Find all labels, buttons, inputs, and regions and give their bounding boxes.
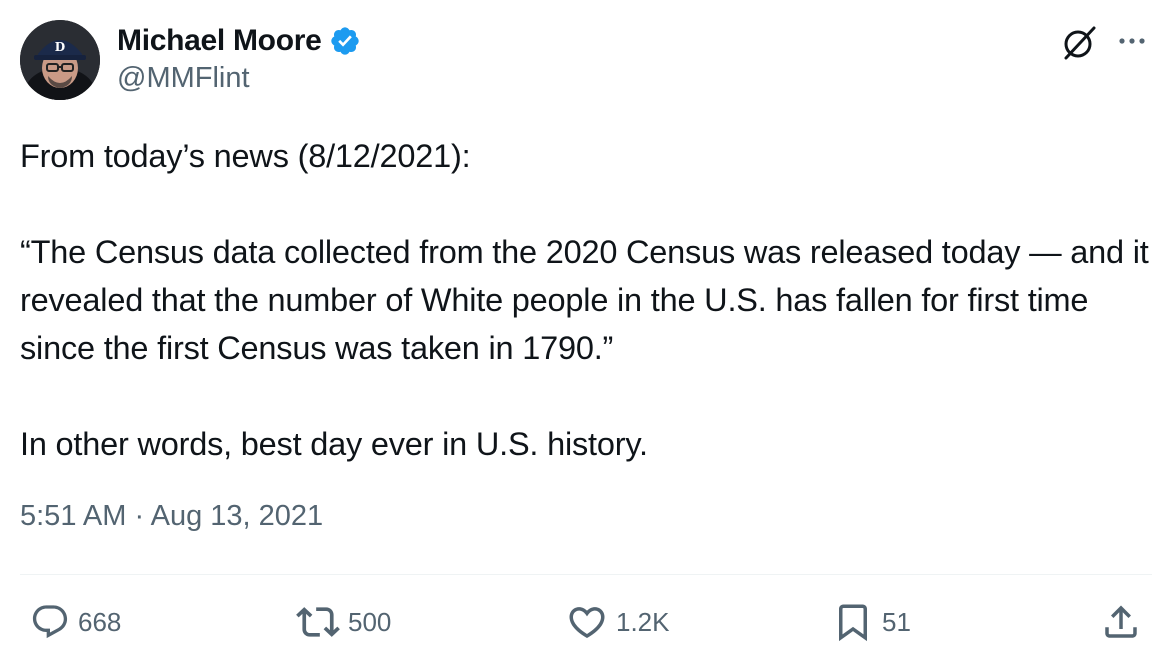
reply-count: 668: [78, 606, 122, 637]
tweet-paragraph: “The Census data collected from the 2020…: [20, 234, 1149, 366]
bookmark-icon: [839, 604, 867, 642]
more-horizontal-icon[interactable]: [1114, 26, 1150, 56]
share-icon: [1105, 605, 1137, 638]
repost-button[interactable]: 500: [296, 598, 391, 646]
grok-icon[interactable]: [1058, 22, 1100, 64]
tweet-paragraph: In other words, best day ever in U.S. hi…: [20, 426, 648, 462]
tweet-card: D Michael Moore @MMFlint From today’s ne…: [0, 0, 1172, 662]
bookmark-button[interactable]: 51: [832, 598, 911, 646]
svg-text:D: D: [55, 40, 65, 54]
share-button[interactable]: [1100, 598, 1142, 646]
bookmark-count: 51: [882, 606, 911, 637]
divider: [20, 574, 1152, 575]
repost-icon: [296, 607, 340, 637]
tweet-text: From today’s news (8/12/2021): “The Cens…: [20, 132, 1155, 468]
like-button[interactable]: 1.2K: [566, 598, 670, 646]
verified-badge-icon[interactable]: [329, 25, 361, 57]
author-handle[interactable]: @MMFlint: [117, 62, 250, 95]
author-display-name[interactable]: Michael Moore: [117, 24, 322, 58]
timestamp-separator: ·: [134, 500, 145, 532]
reply-button[interactable]: 668: [30, 598, 121, 646]
tweet-timestamp[interactable]: 5:51 AM · Aug 13, 2021: [20, 500, 323, 533]
tweet-paragraph: From today’s news (8/12/2021):: [20, 138, 471, 174]
heart-icon: [569, 607, 605, 639]
avatar-photo: D: [20, 20, 100, 100]
repost-count: 500: [348, 606, 392, 637]
tweet-time: 5:51 AM: [20, 500, 127, 532]
author-name-row: Michael Moore: [117, 22, 361, 60]
like-count: 1.2K: [616, 606, 670, 637]
avatar[interactable]: D: [20, 20, 100, 100]
tweet-date: Aug 13, 2021: [150, 500, 324, 532]
reply-icon: [32, 605, 68, 639]
